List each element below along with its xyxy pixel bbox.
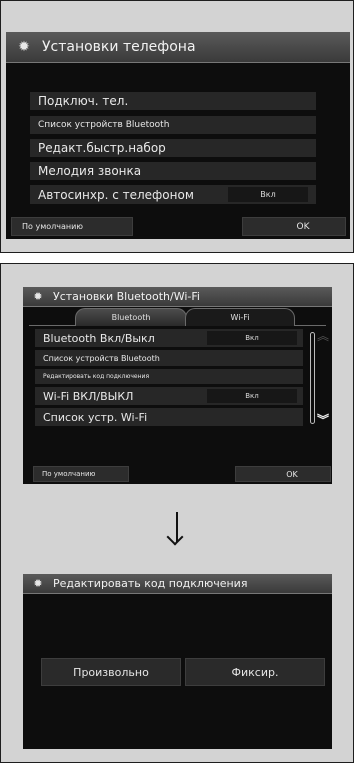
default-button[interactable]: По умолчанию	[33, 466, 129, 482]
menu-item-bluetooth-device-list[interactable]: Список устройств Bluetooth	[30, 116, 316, 134]
auto-sync-value: Вкл	[228, 187, 308, 202]
figure-panel-phone-settings: ✹ Установки телефона Подключ. тел. Списо…	[0, 0, 354, 253]
menu-item-auto-sync-phone[interactable]: Автосинхр. с телефоном Вкл	[30, 185, 316, 204]
menu-item-label: Подключ. тел.	[38, 94, 129, 108]
wifi-toggle-value: Вкл	[207, 389, 297, 403]
bluetooth-toggle-value: Вкл	[207, 331, 297, 345]
tab-bluetooth[interactable]: Bluetooth	[75, 308, 187, 326]
menu-item-ringtone[interactable]: Мелодия звонка	[30, 162, 316, 180]
menu-item-wifi-toggle[interactable]: Wi-Fi ВКЛ/ВЫКЛ Вкл	[35, 387, 303, 405]
menu-item-label: Wi-Fi ВКЛ/ВЫКЛ	[43, 389, 134, 403]
title-bar: ✹ Установки телефона	[6, 32, 350, 63]
scrollbar[interactable]	[310, 332, 315, 424]
menu-item-bluetooth-device-list[interactable]: Список устройств Bluetooth	[35, 350, 303, 366]
gear-icon: ✹	[33, 577, 43, 590]
menu-item-edit-pairing-code[interactable]: Редактировать код подключения	[35, 369, 303, 384]
menu-item-label: Список устр. Wi-Fi	[43, 410, 148, 424]
tab-wifi[interactable]: Wi-Fi	[185, 308, 295, 326]
title-bar: ✹ Установки Bluetooth/Wi-Fi	[23, 287, 332, 307]
ok-button[interactable]: OK	[242, 217, 346, 236]
random-option-button[interactable]: Произвольно	[41, 658, 181, 686]
screen-phone-settings: ✹ Установки телефона Подключ. тел. Списо…	[6, 32, 350, 239]
screen-title: Редактировать код подключения	[53, 577, 248, 590]
screen-bluetooth-wifi-settings: ✹ Установки Bluetooth/Wi-Fi Bluetooth Wi…	[23, 287, 332, 484]
menu-item-edit-speed-dial[interactable]: Редакт.быстр.набор	[30, 139, 316, 157]
tab-bar: Bluetooth Wi-Fi	[23, 308, 332, 326]
title-bar: ✹ Редактировать код подключения	[23, 574, 332, 594]
scroll-up-icon[interactable]: ︽	[316, 329, 330, 343]
screen-edit-pairing-code: ✹ Редактировать код подключения Произвол…	[23, 574, 332, 749]
gear-icon: ✹	[18, 39, 30, 55]
menu-item-label: Список устройств Bluetooth	[38, 120, 170, 130]
fixed-option-button[interactable]: Фиксир.	[185, 658, 325, 686]
figure-panel-bluetooth-wifi: ✹ Установки Bluetooth/Wi-Fi Bluetooth Wi…	[0, 263, 354, 763]
screen-title: Установки телефона	[42, 39, 196, 55]
menu-item-label: Редактировать код подключения	[43, 373, 150, 380]
screen-title: Установки Bluetooth/Wi-Fi	[53, 290, 200, 303]
menu-item-label: Автосинхр. с телефоном	[38, 187, 194, 202]
menu-item-connect-phone[interactable]: Подключ. тел.	[30, 92, 316, 110]
ok-button[interactable]: OK	[235, 466, 331, 482]
menu-item-bluetooth-toggle[interactable]: Bluetooth Вкл/Выкл Вкл	[35, 329, 303, 347]
menu-item-label: Редакт.быстр.набор	[38, 141, 166, 155]
scroll-down-icon[interactable]: ︾	[316, 413, 330, 427]
gear-icon: ✹	[33, 290, 43, 303]
default-button[interactable]: По умолчанию	[11, 217, 133, 236]
menu-item-wifi-device-list[interactable]: Список устр. Wi-Fi	[35, 408, 303, 426]
menu-item-label: Список устройств Bluetooth	[43, 353, 160, 363]
menu-item-label: Bluetooth Вкл/Выкл	[43, 331, 155, 345]
menu-item-label: Мелодия звонка	[38, 164, 142, 178]
